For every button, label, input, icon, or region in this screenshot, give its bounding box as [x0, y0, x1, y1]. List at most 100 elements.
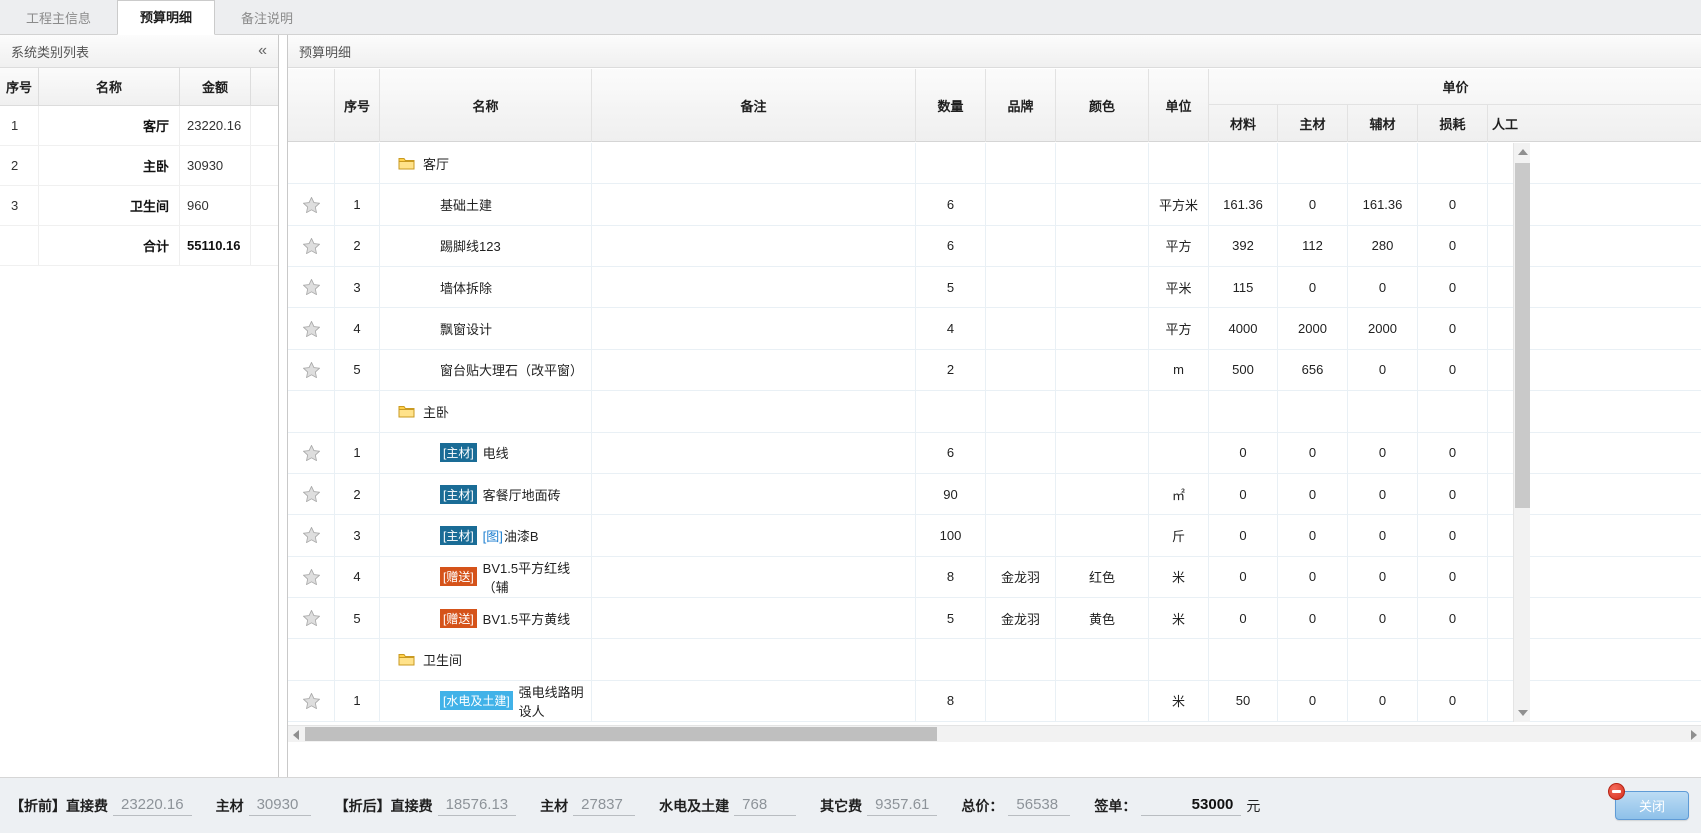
column-header-no[interactable]: 序号	[335, 69, 380, 142]
column-header-unit[interactable]: 单位	[1149, 69, 1209, 142]
brand-cell: 金龙羽	[986, 598, 1056, 639]
favorite-star-icon[interactable]	[303, 362, 320, 378]
group-row[interactable]: 主卧	[288, 391, 1701, 432]
favorite-star-icon[interactable]	[303, 610, 320, 626]
image-link[interactable]: [图]	[483, 526, 503, 545]
total-row[interactable]: 合计55110.16	[0, 226, 278, 266]
status-item-value: 18576.13	[438, 796, 517, 816]
column-header-name[interactable]: 名称	[380, 69, 592, 142]
item-row[interactable]: 3[主材][图]油漆B100斤0000	[288, 515, 1701, 556]
item-row[interactable]: 5[赠送]BV1.5平方黄线5金龙羽黄色米0000	[288, 598, 1701, 639]
folder-icon	[398, 404, 415, 418]
qty-cell: 8	[916, 681, 986, 722]
item-row[interactable]: 2踢脚线1236平方3921122800	[288, 226, 1701, 267]
favorite-star-icon[interactable]	[303, 445, 320, 461]
star-cell	[288, 391, 335, 432]
category-row[interactable]: 1客厅23220.16	[0, 106, 278, 146]
category-row[interactable]: 2主卧30930	[0, 146, 278, 186]
column-header-brand[interactable]: 品牌	[986, 69, 1056, 142]
favorite-star-icon[interactable]	[303, 238, 320, 254]
remark-cell	[592, 515, 916, 556]
tab-project-info[interactable]: 工程主信息	[3, 3, 114, 34]
item-no-cell: 3	[335, 267, 380, 308]
item-row[interactable]: 2[主材]客餐厅地面砖90㎡0000	[288, 474, 1701, 515]
aux-material-price-cell: 0	[1348, 474, 1418, 515]
item-row[interactable]: 1基础土建6平方米161.360161.360	[288, 184, 1701, 225]
brand-cell	[986, 433, 1056, 474]
favorite-star-icon[interactable]	[303, 527, 320, 543]
vertical-scrollbar[interactable]	[1513, 143, 1530, 722]
column-header-aux-material[interactable]: 辅材	[1348, 105, 1418, 142]
close-button-label: 关闭	[1639, 796, 1665, 815]
item-row[interactable]: 4飘窗设计4平方4000200020000	[288, 308, 1701, 349]
remark-cell	[592, 267, 916, 308]
category-spacer	[251, 106, 278, 146]
aux-material-price-cell: 161.36	[1348, 184, 1418, 225]
scroll-down-icon[interactable]	[1518, 710, 1528, 716]
column-header-no[interactable]: 序号	[0, 68, 39, 105]
category-row[interactable]: 3卫生间960	[0, 186, 278, 226]
favorite-star-icon[interactable]	[303, 569, 320, 585]
tab-remarks[interactable]: 备注说明	[218, 3, 316, 34]
horizontal-scrollbar-thumb[interactable]	[305, 727, 937, 741]
brand-cell	[986, 143, 1056, 184]
column-header-amount[interactable]: 金额	[180, 68, 251, 105]
scroll-right-icon[interactable]	[1691, 730, 1697, 740]
group-row[interactable]: 客厅	[288, 143, 1701, 184]
column-header-qty[interactable]: 数量	[916, 69, 986, 142]
item-name-label: 电线	[483, 443, 509, 462]
aux-material-price-cell: 0	[1348, 557, 1418, 598]
remark-cell	[592, 598, 916, 639]
remark-cell	[592, 557, 916, 598]
collapse-panel-icon[interactable]: «	[258, 43, 267, 59]
category-name: 客厅	[39, 106, 180, 146]
unit-cell: 平米	[1149, 267, 1209, 308]
item-tag-badge: [赠送]	[440, 609, 477, 628]
item-row[interactable]: 1[水电及土建]强电线路明设人8米50000	[288, 681, 1701, 722]
column-header-name[interactable]: 名称	[39, 68, 180, 105]
item-row[interactable]: 4[赠送]BV1.5平方红线（辅8金龙羽红色米0000	[288, 557, 1701, 598]
favorite-star-icon[interactable]	[303, 486, 320, 502]
favorite-star-icon[interactable]	[303, 279, 320, 295]
favorite-star-icon[interactable]	[303, 197, 320, 213]
status-item: 总价：56538	[961, 796, 1070, 816]
loss-price-cell: 0	[1418, 598, 1488, 639]
item-no-cell: 1	[335, 184, 380, 225]
vertical-scrollbar-thumb[interactable]	[1515, 163, 1530, 508]
favorite-star-icon[interactable]	[303, 321, 320, 337]
item-name-cell: 墙体拆除	[380, 267, 592, 308]
brand-cell	[986, 184, 1056, 225]
column-header-main-material[interactable]: 主材	[1278, 105, 1348, 142]
column-header-loss[interactable]: 损耗	[1418, 105, 1488, 142]
loss-price-cell: 0	[1418, 474, 1488, 515]
loss-price-cell	[1418, 639, 1488, 680]
item-no-cell: 1	[335, 681, 380, 722]
favorite-star-icon[interactable]	[303, 693, 320, 709]
group-row[interactable]: 卫生间	[288, 639, 1701, 680]
budget-panel-title: 预算明细	[299, 42, 351, 61]
qty-cell: 5	[916, 267, 986, 308]
item-row[interactable]: 3墙体拆除5平米115000	[288, 267, 1701, 308]
column-header-remark[interactable]: 备注	[592, 69, 916, 142]
aux-material-price-cell	[1348, 639, 1418, 680]
qty-cell: 90	[916, 474, 986, 515]
scroll-up-icon[interactable]	[1518, 149, 1528, 155]
color-cell: 黄色	[1056, 598, 1149, 639]
category-name: 主卧	[39, 146, 180, 186]
scroll-left-icon[interactable]	[293, 730, 299, 740]
close-button[interactable]: 关闭	[1615, 791, 1689, 820]
horizontal-scrollbar[interactable]	[288, 725, 1701, 742]
tab-budget-detail[interactable]: 预算明细	[117, 0, 215, 35]
column-header-labor[interactable]: 人工	[1488, 105, 1568, 142]
item-row[interactable]: 5窗台贴大理石（改平窗）2m50065600	[288, 350, 1701, 391]
column-header-color[interactable]: 颜色	[1056, 69, 1149, 142]
status-item-label: 【折后】直接费	[335, 796, 433, 816]
item-name-label: BV1.5平方黄线	[483, 609, 570, 628]
column-header-material[interactable]: 材料	[1209, 105, 1278, 142]
item-name-cell: 基础土建	[380, 184, 592, 225]
status-item-label: 总价：	[961, 796, 1003, 816]
loss-price-cell: 0	[1418, 308, 1488, 349]
item-name-cell: [主材]客餐厅地面砖	[380, 474, 592, 515]
item-row[interactable]: 1[主材]电线60000	[288, 433, 1701, 474]
aux-material-price-cell: 0	[1348, 598, 1418, 639]
